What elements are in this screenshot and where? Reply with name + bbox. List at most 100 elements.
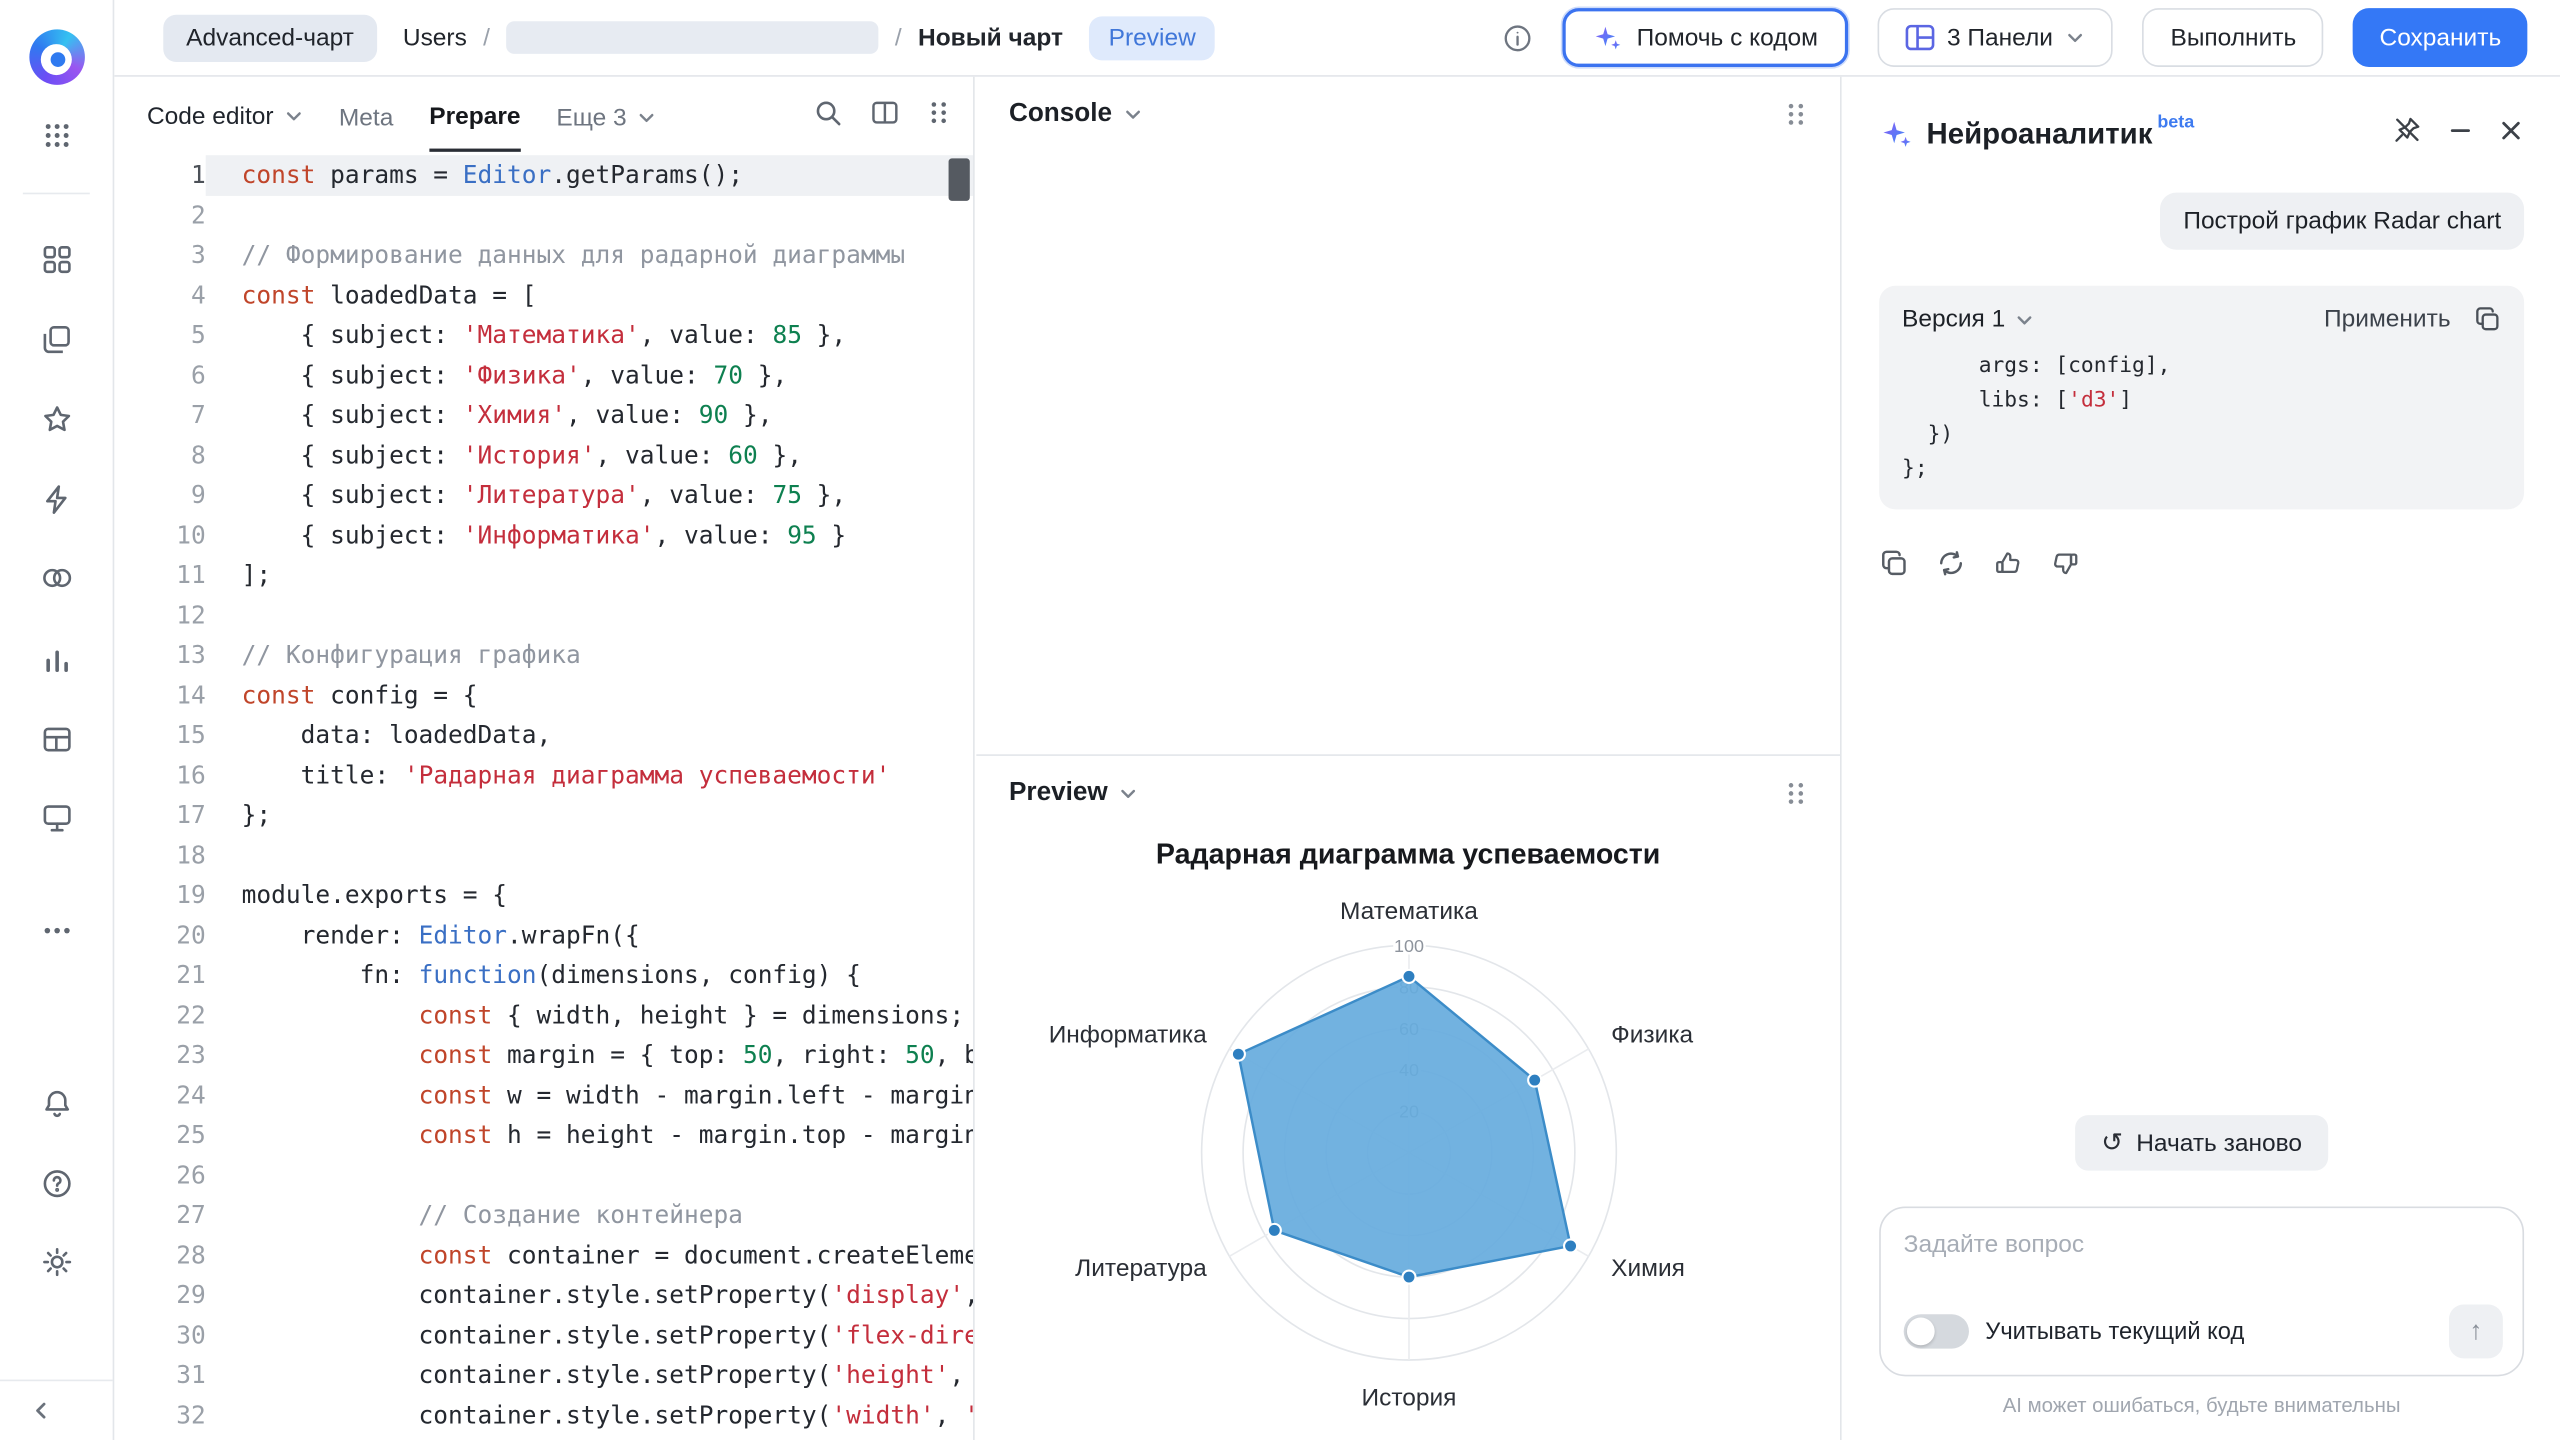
copy-icon[interactable] — [1879, 549, 1908, 587]
chevron-down-icon — [636, 108, 656, 128]
notifications-bell-icon[interactable] — [0, 1076, 113, 1132]
code-line[interactable]: 7 { subject: 'Химия', value: 90 }, — [114, 395, 973, 435]
code-line[interactable]: 10 { subject: 'Информатика', value: 95 } — [114, 515, 973, 555]
breadcrumb-separator: / — [483, 24, 490, 52]
drag-handle-icon[interactable] — [1784, 100, 1807, 129]
breadcrumb-redacted[interactable] — [506, 21, 878, 54]
datasets-icon[interactable] — [0, 550, 113, 606]
context-toggle[interactable] — [1904, 1314, 1969, 1348]
code-line[interactable]: 21 fn: function(dimensions, config) { — [114, 955, 973, 995]
regenerate-icon[interactable] — [1936, 549, 1965, 587]
code-line[interactable]: 8 { subject: 'История', value: 60 }, — [114, 435, 973, 475]
code-line[interactable]: 16 title: 'Радарная диаграмма успеваемос… — [114, 755, 973, 795]
tables-icon[interactable] — [0, 712, 113, 768]
code-line[interactable]: 30 container.style.setProperty('flex-dir… — [114, 1315, 973, 1355]
connections-bolt-icon[interactable] — [0, 472, 113, 528]
collapse-sidebar-icon[interactable] — [29, 1399, 52, 1422]
unpin-icon[interactable] — [2392, 114, 2423, 153]
code-line[interactable]: 3// Формирование данных для радарной диа… — [114, 235, 973, 275]
panels-label: 3 Панели — [1947, 24, 2053, 52]
run-button[interactable]: Выполнить — [2143, 8, 2324, 67]
apply-button[interactable]: Применить — [2324, 305, 2451, 333]
breadcrumb-root[interactable]: Users — [403, 24, 467, 52]
more-items-icon[interactable] — [0, 903, 113, 959]
code-editor[interactable]: 1const params = Editor.getParams();23// … — [114, 155, 973, 1440]
code-line[interactable]: 26 — [114, 1155, 973, 1195]
question-input[interactable] — [1904, 1228, 2503, 1262]
assist-code-button[interactable]: Помочь с кодом — [1563, 8, 1847, 67]
console-title[interactable]: Console — [1009, 100, 1143, 129]
send-button[interactable]: ↑ — [2449, 1304, 2503, 1358]
editor-scrollbar-thumb[interactable] — [949, 158, 970, 200]
split-view-icon[interactable] — [870, 97, 899, 135]
code-line[interactable]: 12 — [114, 595, 973, 635]
svg-text:История: История — [1361, 1385, 1456, 1412]
settings-gear-icon[interactable] — [0, 1234, 113, 1290]
code-line[interactable]: 31 container.style.setProperty('height',… — [114, 1355, 973, 1395]
restart-button[interactable]: ↺ Начать заново — [2075, 1115, 2328, 1171]
breadcrumb-current: Новый чарт — [918, 24, 1063, 52]
code-line[interactable]: 24 const w = width - margin.left - margi… — [114, 1075, 973, 1115]
panels-button[interactable]: 3 Панели — [1877, 8, 2114, 67]
charts-icon[interactable] — [0, 632, 113, 688]
assistant-code[interactable]: args: [config], libs: ['d3'] })}; — [1902, 349, 2501, 486]
code-line[interactable]: 29 container.style.setProperty('display'… — [114, 1275, 973, 1315]
code-line[interactable]: 1const params = Editor.getParams(); — [114, 155, 973, 195]
code-line[interactable]: 27 // Создание контейнера — [114, 1195, 973, 1235]
code-line[interactable]: 2 — [114, 195, 973, 235]
code-line[interactable]: 32 container.style.setProperty('width', … — [114, 1395, 973, 1435]
search-icon[interactable] — [813, 97, 842, 135]
code-line[interactable]: 4const loadedData = [ — [114, 275, 973, 315]
tab-meta[interactable]: Meta — [339, 82, 393, 149]
version-select[interactable]: Версия 1 — [1902, 305, 2035, 333]
code-line[interactable]: 22 const { width, height } = dimensions; — [114, 995, 973, 1035]
save-button[interactable]: Сохранить — [2353, 8, 2527, 67]
assistant-header: Нейроаналитик beta — [1879, 114, 2524, 153]
app-type-badge: Advanced-чарт — [163, 14, 376, 61]
chevron-down-icon — [2066, 28, 2086, 48]
context-toggle-label: Учитывать текущий код — [1985, 1318, 2244, 1344]
preview-header: Preview — [976, 756, 1840, 831]
thumbs-down-icon[interactable] — [2051, 549, 2080, 587]
app: Advanced-чарт Users / / Новый чарт Previ… — [0, 0, 2560, 1440]
code-line[interactable]: 28 const container = document.createElem… — [114, 1235, 973, 1275]
code-line[interactable]: 14const config = { — [114, 675, 973, 715]
assistant-panel: Нейроаналитик beta Построй график Radar … — [1843, 77, 2560, 1440]
code-line[interactable]: 6 { subject: 'Физика', value: 70 }, — [114, 355, 973, 395]
presentations-icon[interactable] — [0, 790, 113, 846]
send-arrow-icon: ↑ — [2469, 1317, 2482, 1346]
help-icon[interactable] — [0, 1156, 113, 1212]
code-line[interactable]: 23 const margin = { top: 50, right: 50, … — [114, 1035, 973, 1075]
favorites-star-icon[interactable] — [0, 392, 113, 448]
code-line[interactable]: 15 data: loadedData, — [114, 715, 973, 755]
datalens-logo-icon[interactable] — [29, 29, 85, 85]
tab-more[interactable]: Еще 3 — [556, 82, 656, 149]
copy-icon[interactable] — [2473, 305, 2501, 333]
code-line[interactable]: 9 { subject: 'Литература', value: 75 }, — [114, 475, 973, 515]
code-line[interactable]: 19module.exports = { — [114, 875, 973, 915]
console-title-label: Console — [1009, 100, 1112, 129]
minimize-icon[interactable] — [2447, 117, 2473, 151]
code-line[interactable]: 20 render: Editor.wrapFn({ — [114, 915, 973, 955]
drag-handle-icon[interactable] — [927, 97, 950, 135]
info-icon[interactable] — [1503, 22, 1534, 53]
preview-title-label: Preview — [1009, 779, 1108, 808]
editor-mode-select[interactable]: Code editor — [147, 102, 303, 130]
close-icon[interactable] — [2498, 117, 2524, 151]
dashboards-icon[interactable] — [0, 232, 113, 288]
code-line[interactable]: 18 — [114, 835, 973, 875]
code-line[interactable]: 13// Конфигурация графика — [114, 635, 973, 675]
preview-badge[interactable]: Preview — [1089, 16, 1215, 60]
code-line[interactable]: 11]; — [114, 555, 973, 595]
tab-prepare[interactable]: Prepare — [429, 81, 520, 151]
code-line[interactable]: 5 { subject: 'Математика', value: 85 }, — [114, 315, 973, 355]
code-line[interactable]: 25 const h = height - margin.top - margi… — [114, 1115, 973, 1155]
collections-icon[interactable] — [0, 312, 113, 368]
drag-handle-icon[interactable] — [1784, 779, 1807, 808]
code-lines: 1const params = Editor.getParams();23// … — [114, 155, 973, 1435]
editor-mode-label: Code editor — [147, 102, 274, 130]
code-line[interactable]: 17}; — [114, 795, 973, 835]
preview-title[interactable]: Preview — [1009, 779, 1139, 808]
thumbs-up-icon[interactable] — [1993, 549, 2022, 587]
apps-grid-icon[interactable] — [0, 108, 113, 164]
